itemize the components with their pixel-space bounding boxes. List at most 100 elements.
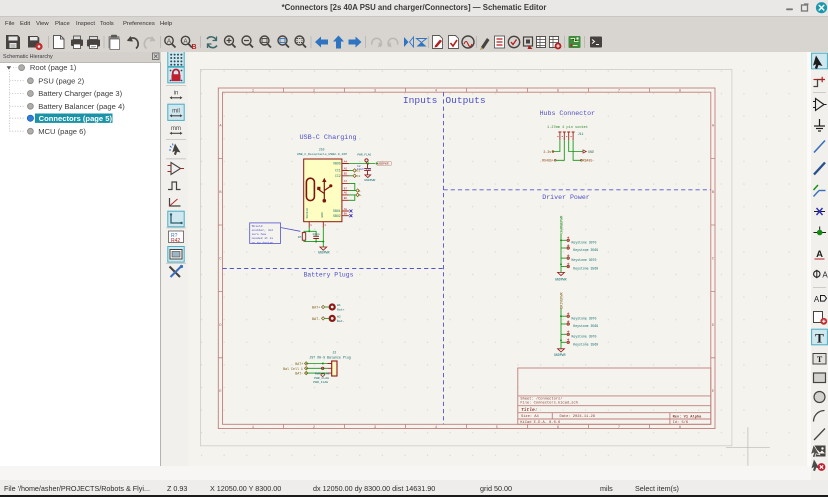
svg-text:needed it is: needed it is	[252, 236, 274, 240]
svg-text:J10: J10	[319, 148, 325, 152]
svg-text:W1: W1	[337, 303, 341, 307]
svg-text:7: 7	[618, 426, 620, 430]
svg-text:PSU (page 2): PSU (page 2)	[38, 76, 84, 85]
svg-text:KiCad E.D.A. 8.0.6: KiCad E.D.A. 8.0.6	[520, 420, 560, 425]
svg-text:Date: 2024-11-28: Date: 2024-11-28	[560, 415, 595, 419]
svg-text:C: C	[712, 257, 714, 261]
svg-text:3: 3	[374, 426, 376, 430]
svg-text:E: E	[712, 390, 714, 394]
svg-text:D-: D-	[358, 190, 362, 193]
svg-text:A7: A7	[344, 180, 348, 183]
svg-text:T: T	[815, 331, 824, 346]
svg-text:D+: D+	[358, 194, 362, 197]
svg-text:8: 8	[679, 90, 681, 94]
svg-text:A: A	[183, 39, 187, 45]
svg-text:in: in	[174, 91, 179, 97]
svg-text:B8: B8	[344, 213, 348, 216]
svg-text:100n: 100n	[312, 233, 319, 236]
svg-text:MCU (page 6): MCU (page 6)	[38, 127, 86, 136]
svg-text:mm: mm	[171, 126, 181, 132]
svg-text:RS485-: RS485-	[583, 159, 595, 163]
svg-text:Root (page 1): Root (page 1)	[30, 63, 77, 72]
svg-text:B7: B7	[344, 187, 348, 190]
svg-text:SBU1: SBU1	[333, 209, 341, 213]
svg-text:A: A	[822, 271, 828, 280]
svg-text:1: 1	[252, 90, 254, 94]
svg-text:Driver Power: Driver Power	[542, 194, 590, 201]
svg-text:JST XH-S Balance Plug: JST XH-S Balance Plug	[309, 355, 351, 359]
svg-text:2: 2	[313, 426, 315, 430]
svg-text:1: 1	[252, 426, 254, 430]
svg-text:USBPWR: USBPWR	[378, 163, 389, 166]
svg-text:CC2: CC2	[335, 174, 341, 178]
svg-text:D: D	[712, 324, 714, 328]
svg-text:R42: R42	[171, 238, 180, 244]
svg-text:PWR_FLAG: PWR_FLAG	[357, 153, 371, 156]
svg-text:Keystone 3070: Keystone 3070	[572, 316, 597, 320]
svg-text:Keystone 3070: Keystone 3070	[572, 334, 597, 338]
svg-text:Bat-: Bat-	[337, 319, 345, 323]
svg-text:D: D	[219, 324, 221, 328]
svg-text:5: 5	[496, 90, 498, 94]
svg-text:A4: A4	[344, 160, 348, 163]
svg-text:C: C	[219, 257, 221, 261]
svg-text:3: 3	[374, 90, 376, 94]
svg-text:8: 8	[679, 426, 681, 430]
svg-text:Hubs Connector: Hubs Connector	[540, 110, 595, 117]
svg-text:A: A	[167, 39, 171, 45]
svg-text:E: E	[219, 390, 221, 394]
svg-text:CHARGEPWR: CHARGEPWR	[561, 216, 565, 234]
svg-text:Battery Plugs: Battery Plugs	[304, 271, 354, 278]
svg-text:snubber, not: snubber, not	[252, 228, 274, 232]
svg-text:GNDPWR: GNDPWR	[555, 278, 567, 282]
svg-text:BAT+: BAT+	[295, 362, 303, 366]
svg-text:W2: W2	[337, 314, 341, 318]
svg-text:BAT-: BAT-	[295, 372, 303, 376]
svg-text:SHIELD: SHIELD	[306, 207, 309, 218]
svg-text:6: 6	[557, 90, 559, 94]
svg-text:A5: A5	[344, 167, 348, 170]
svg-text:B5: B5	[344, 173, 348, 176]
svg-text:B: B	[191, 44, 196, 51]
svg-text:A: A	[816, 249, 823, 260]
svg-text:Title:: Title:	[521, 407, 538, 413]
svg-text:GNDPWR: GNDPWR	[318, 251, 330, 255]
svg-text:3.3v: 3.3v	[543, 150, 551, 154]
svg-text:VBUS: VBUS	[333, 162, 341, 166]
svg-text:Size: A4: Size: A4	[521, 414, 539, 419]
svg-text:BAT+: BAT+	[312, 307, 320, 311]
svg-text:Keystone 3070: Keystone 3070	[572, 258, 597, 262]
svg-text:Keystone 3569: Keystone 3569	[573, 267, 598, 271]
svg-text:2: 2	[313, 90, 315, 94]
svg-text:Rev: V1 Alpha: Rev: V1 Alpha	[673, 414, 703, 419]
svg-text:6: 6	[557, 426, 559, 430]
svg-text:A8: A8	[344, 208, 348, 211]
svg-text:1M: 1M	[298, 236, 302, 239]
svg-text:DRIVEPWR: DRIVEPWR	[561, 293, 565, 309]
svg-text:T: T	[817, 355, 823, 364]
svg-text:USB_C_Receptacle_USB2.0_16P: USB_C_Receptacle_USB2.0_16P	[297, 152, 347, 156]
svg-text:RS485+: RS485+	[542, 159, 554, 163]
svg-text:USB-C Charging: USB-C Charging	[299, 134, 356, 142]
svg-text:Battery Balancer (page 4): Battery Balancer (page 4)	[38, 102, 125, 111]
svg-text:on my design: on my design	[252, 240, 274, 244]
svg-text:Shield: Shield	[252, 224, 263, 228]
svg-text:4: 4	[435, 426, 437, 430]
svg-text:CC2: CC2	[355, 175, 360, 178]
svg-text:Outputs: Outputs	[445, 95, 485, 106]
svg-text:sure how: sure how	[252, 232, 267, 236]
svg-text:BAT-: BAT-	[312, 318, 320, 322]
svg-text:Keystone 3569: Keystone 3569	[573, 248, 598, 252]
svg-text:Keystone 3070: Keystone 3070	[572, 240, 597, 244]
svg-text:File: Connectors.kicad_sch: File: Connectors.kicad_sch	[520, 401, 578, 406]
svg-text:J11: J11	[578, 132, 584, 136]
svg-text:1.27mm 4 pin socket: 1.27mm 4 pin socket	[547, 125, 588, 130]
svg-text:Battery Charger (page 3): Battery Charger (page 3)	[38, 89, 122, 98]
svg-text:Sheet: /Connectors/: Sheet: /Connectors/	[520, 396, 562, 401]
svg-text:Inputs: Inputs	[403, 95, 438, 106]
svg-text:Bal Cell 1: Bal Cell 1	[283, 367, 303, 371]
svg-text:7: 7	[618, 90, 620, 94]
svg-text:SBU2: SBU2	[333, 214, 341, 218]
svg-text:GNDPWR: GNDPWR	[364, 178, 375, 182]
svg-text:5: 5	[496, 426, 498, 430]
